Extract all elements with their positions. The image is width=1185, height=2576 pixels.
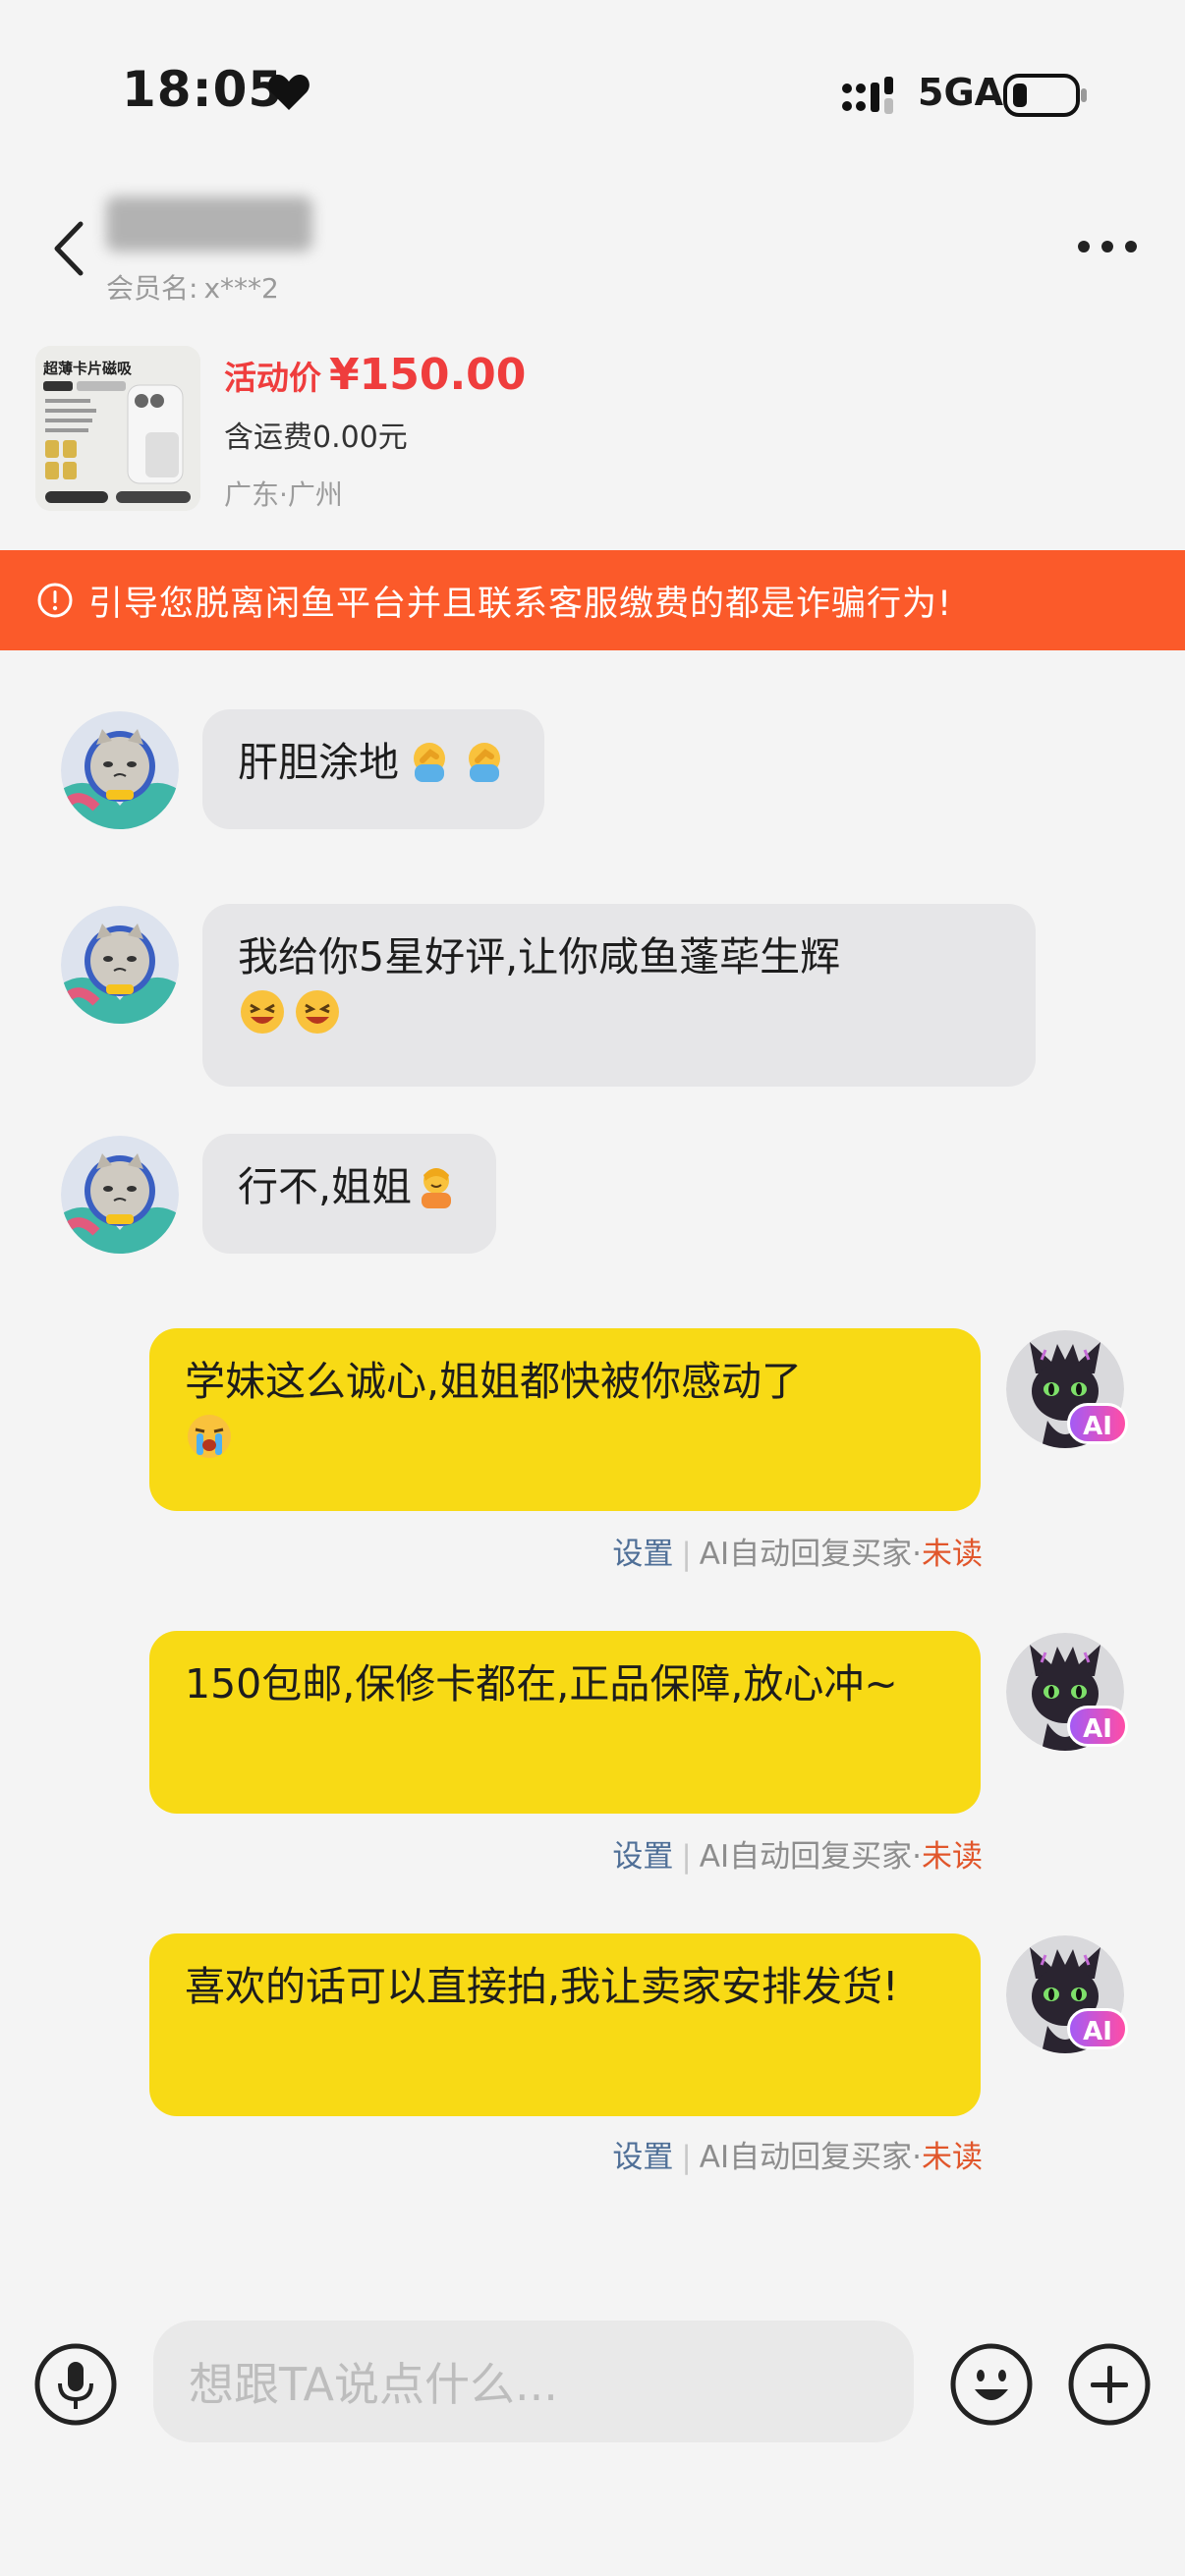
thumb-title: 超薄卡片磁吸 — [42, 360, 133, 377]
heart-icon — [268, 75, 310, 110]
price-value: ¥150.00 — [329, 350, 527, 400]
status-time: 18:05 — [122, 61, 284, 118]
price-row: 活动价 ¥150.00 — [224, 350, 526, 400]
message-meta: 设置 | AI自动回复买家·未读 — [612, 1537, 983, 1572]
message-bubble[interactable]: 肝胆涂地 — [202, 709, 544, 829]
facepalm-emoji-icon — [469, 743, 500, 782]
settings-link[interactable]: 设置 — [612, 2140, 673, 2175]
signal-icon — [842, 77, 893, 114]
seller-ai-avatar[interactable]: AI — [1006, 1330, 1128, 1448]
message-bubble[interactable]: 行不,姐姐 — [202, 1134, 497, 1254]
ai-badge: AI — [1067, 1403, 1128, 1444]
message-meta: 设置 | AI自动回复买家·未读 — [612, 2140, 983, 2175]
ai-badge: AI — [1067, 1706, 1128, 1747]
laughing-emoji-icon — [296, 989, 339, 1034]
facepalm-emoji-icon — [414, 743, 445, 782]
unread-status: 未读 — [922, 2140, 983, 2175]
product-image: 超薄卡片磁吸 — [35, 346, 200, 511]
product-location: 广东·广州 — [224, 478, 343, 511]
scam-warning-banner: 引导您脱离闲鱼平台并且联系客服缴费的都是诈骗行为! — [0, 550, 1185, 650]
cat-avatar-icon — [61, 1136, 179, 1254]
message-input-placeholder: 想跟TA说点什么... — [189, 2358, 558, 2411]
message-bubble[interactable]: 学妹这么诚心,姐姐都快被你感动了 — [149, 1328, 981, 1511]
member-label: 会员名: — [106, 272, 198, 305]
message-text: 学妹这么诚心,姐姐都快被你感动了 — [185, 1358, 803, 1405]
warning-circle-icon — [37, 583, 73, 618]
buyer-avatar[interactable] — [61, 906, 179, 1024]
cat-avatar-icon — [61, 906, 179, 1024]
buyer-avatar[interactable] — [61, 711, 179, 829]
message-input[interactable]: 想跟TA说点什么... — [153, 2321, 914, 2442]
message-text: 我给你5星好评,让你咸鱼蓬荜生辉 — [238, 933, 841, 980]
ai-badge: AI — [1067, 2008, 1128, 2049]
seller-ai-avatar[interactable]: AI — [1006, 1935, 1128, 2053]
smiley-icon[interactable] — [949, 2342, 1034, 2427]
member-value: x***2 — [203, 272, 279, 305]
unread-status: 未读 — [922, 1537, 983, 1572]
unread-status: 未读 — [922, 1839, 983, 1875]
cat-avatar-icon — [61, 711, 179, 829]
crying-emoji-icon — [188, 1414, 231, 1458]
laughing-emoji-icon — [241, 989, 284, 1034]
settings-link[interactable]: 设置 — [612, 1537, 673, 1572]
message-meta: 设置 | AI自动回复买家·未读 — [612, 1839, 983, 1875]
message-bubble[interactable]: 喜欢的话可以直接拍,我让卖家安排发货! — [149, 1933, 981, 2116]
buyer-avatar[interactable] — [61, 1136, 179, 1254]
shipping-fee: 含运费0.00元 — [224, 420, 408, 455]
price-label: 活动价 — [224, 359, 321, 397]
ai-auto-reply-label: AI自动回复买家· — [699, 1537, 922, 1572]
message-text: 肝胆涂地 — [238, 739, 399, 786]
message-bubble[interactable]: 我给你5星好评,让你咸鱼蓬荜生辉 — [202, 904, 1036, 1087]
microphone-icon[interactable] — [33, 2342, 118, 2427]
message-bubble[interactable]: 150包邮,保修卡都在,正品保障,放心冲~ — [149, 1631, 981, 1814]
settings-link[interactable]: 设置 — [612, 1839, 673, 1875]
ai-auto-reply-label: AI自动回复买家· — [699, 2140, 922, 2175]
plus-icon[interactable] — [1067, 2342, 1152, 2427]
chevron-left-icon[interactable] — [45, 214, 94, 283]
member-name: 会员名: x***2 — [106, 267, 285, 307]
seller-ai-avatar[interactable]: AI — [1006, 1633, 1128, 1751]
message-text: 150包邮,保修卡都在,正品保障,放心冲~ — [185, 1660, 898, 1708]
status-bar: 18:05 5GA — [0, 0, 1185, 187]
product-thumbnail[interactable]: 超薄卡片磁吸 — [35, 346, 200, 511]
ai-auto-reply-label: AI自动回复买家· — [699, 1839, 922, 1875]
pray-person-emoji-icon — [422, 1168, 452, 1208]
network-label: 5GA — [918, 71, 1004, 114]
warning-text: 引导您脱离闲鱼平台并且联系客服缴费的都是诈骗行为! — [88, 584, 953, 624]
chat-title-blurred — [106, 196, 312, 252]
battery-icon — [1003, 74, 1087, 117]
more-dots-icon[interactable] — [1075, 232, 1140, 261]
message-text: 行不,姐姐 — [238, 1163, 413, 1210]
message-text: 喜欢的话可以直接拍,我让卖家安排发货! — [185, 1963, 899, 2010]
